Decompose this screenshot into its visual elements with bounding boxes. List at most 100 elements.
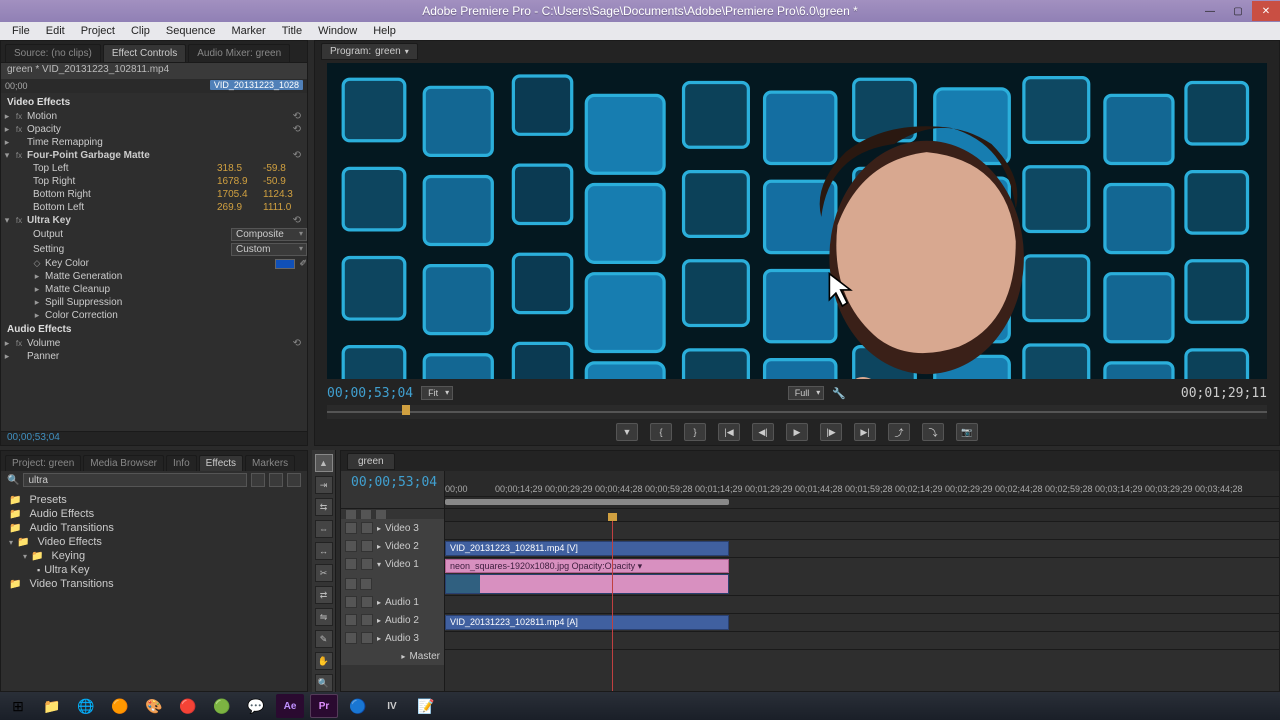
stopwatch-icon[interactable]: ◇	[31, 258, 43, 269]
param-spill-suppression[interactable]: ▸ Spill Suppression	[1, 296, 307, 309]
tab-media-browser[interactable]: Media Browser	[83, 455, 164, 471]
razor-tool[interactable]: ✂	[315, 564, 333, 582]
menu-sequence[interactable]: Sequence	[158, 23, 224, 39]
tab-audio-mixer[interactable]: Audio Mixer: green	[188, 44, 290, 62]
eye-icon[interactable]	[345, 558, 357, 570]
utorrent-icon[interactable]: 🟢	[208, 694, 236, 718]
pen-tool[interactable]: ✎	[315, 630, 333, 648]
premiere-pro-icon[interactable]: Pr	[310, 694, 338, 718]
chrome-icon[interactable]: 🌐	[72, 694, 100, 718]
effect-ultra-key[interactable]: ▾ fx Ultra Key ⟲	[1, 214, 307, 227]
marker-track[interactable]	[445, 509, 1279, 521]
menu-edit[interactable]: Edit	[38, 23, 73, 39]
program-monitor-viewport[interactable]	[327, 63, 1267, 379]
folder-video-effects[interactable]: ▾Video Effects	[9, 535, 299, 549]
slip-tool[interactable]: ⇄	[315, 586, 333, 604]
solo-icon[interactable]	[361, 632, 373, 644]
track-head-a2[interactable]: ▸Audio 2	[341, 611, 445, 629]
set-in-button[interactable]: {	[650, 423, 672, 441]
lock-icon[interactable]	[361, 522, 373, 534]
effect-panner[interactable]: ▸ Panner	[1, 350, 307, 363]
app-icon-2[interactable]: 🔴	[174, 694, 202, 718]
app-icon-3[interactable]: 🔵	[344, 694, 372, 718]
program-timecode-current[interactable]: 00;00;53;04	[327, 386, 413, 401]
rate-stretch-tool[interactable]: ↔	[315, 542, 333, 560]
tab-info[interactable]: Info	[166, 455, 197, 471]
track-head-a3[interactable]: ▸Audio 3	[341, 629, 445, 647]
twirl-icon[interactable]: ▸	[1, 338, 13, 349]
notepad-icon[interactable]: 📝	[412, 694, 440, 718]
menu-window[interactable]: Window	[310, 23, 365, 39]
tab-effects[interactable]: Effects	[199, 455, 243, 471]
effect-motion[interactable]: ▸ fx Motion ⟲	[1, 110, 307, 123]
folder-keying[interactable]: ▾Keying	[9, 549, 299, 563]
effect-item-ultra-key[interactable]: ▪Ultra Key	[9, 563, 299, 577]
slide-tool[interactable]: ⇋	[315, 608, 333, 626]
play-button[interactable]: ▶	[786, 423, 808, 441]
tab-project[interactable]: Project: green	[5, 455, 81, 471]
setting-dropdown[interactable]: Custom	[231, 243, 307, 256]
goto-out-button[interactable]: ▶|	[854, 423, 876, 441]
app-icon-4[interactable]: IV	[378, 694, 406, 718]
param-key-color[interactable]: ◇ Key Color ✐	[1, 257, 307, 270]
menu-clip[interactable]: Clip	[123, 23, 158, 39]
tab-markers[interactable]: Markers	[245, 455, 295, 471]
rolling-edit-tool[interactable]: ⇔	[315, 520, 333, 538]
timeline-timecode[interactable]: 00;00;53;04	[341, 471, 444, 497]
filter-fx-button[interactable]	[251, 473, 265, 487]
lock-icon[interactable]	[361, 540, 373, 552]
twirl-icon[interactable]: ▸	[377, 634, 381, 643]
menu-title[interactable]: Title	[274, 23, 310, 39]
twirl-icon[interactable]: ▸	[401, 652, 405, 661]
track-head-master[interactable]: ▸Master	[341, 647, 445, 665]
chevron-down-icon[interactable]: ▾	[405, 47, 409, 56]
clip-v1-thumb[interactable]	[445, 574, 729, 594]
param-value-y[interactable]: -59.8	[263, 163, 307, 174]
twirl-icon[interactable]: ▸	[377, 598, 381, 607]
track-v2[interactable]: VID_20131223_102811.mp4 [V]	[445, 539, 1279, 557]
reset-icon[interactable]: ⟲	[293, 124, 301, 135]
mute-icon[interactable]	[345, 614, 357, 626]
zoom-tool[interactable]: 🔍	[315, 674, 333, 692]
param-bottom-left[interactable]: Bottom Left 269.9 1111.0	[1, 201, 307, 214]
close-button[interactable]: ✕	[1252, 1, 1280, 21]
export-frame-button[interactable]: 📷	[956, 423, 978, 441]
param-color-correction[interactable]: ▸ Color Correction	[1, 309, 307, 322]
goto-in-button[interactable]: |◀	[718, 423, 740, 441]
track-head-v3[interactable]: ▸Video 3	[341, 519, 445, 537]
resolution-dropdown[interactable]: Full	[788, 386, 825, 400]
timeline-ruler[interactable]: 00;0000;00;14;2900;00;29;2900;00;44;2800…	[445, 471, 1279, 497]
reset-icon[interactable]: ⟲	[293, 338, 301, 349]
param-setting[interactable]: Setting Custom	[1, 242, 307, 257]
mute-icon[interactable]	[345, 596, 357, 608]
eye-icon[interactable]	[345, 522, 357, 534]
track-head-v1[interactable]: ▾Video 1	[341, 555, 445, 593]
effects-search-input[interactable]	[23, 473, 247, 487]
filter-32bit-button[interactable]	[269, 473, 283, 487]
param-top-right[interactable]: Top Right 1678.9 -50.9	[1, 175, 307, 188]
start-button[interactable]: ⊞	[4, 694, 32, 718]
effect-panel-timecode[interactable]: 00;00;53;04	[1, 431, 307, 445]
twirl-icon[interactable]: ▸	[377, 524, 381, 533]
eyedropper-icon[interactable]: ✐	[299, 258, 307, 269]
effect-mini-timeline[interactable]: 00;00 VID_20131223_1028	[1, 79, 307, 93]
ripple-edit-tool[interactable]: ⇆	[315, 498, 333, 516]
program-scrubber[interactable]	[327, 405, 1267, 419]
menu-help[interactable]: Help	[365, 23, 404, 39]
timeline-playhead[interactable]	[612, 521, 613, 691]
folder-audio-effects[interactable]: Audio Effects	[9, 507, 299, 521]
blender-icon[interactable]: 🟠	[106, 694, 134, 718]
effect-volume[interactable]: ▸ fx Volume ⟲	[1, 337, 307, 350]
track-v3[interactable]	[445, 521, 1279, 539]
param-value-y[interactable]: -50.9	[263, 176, 307, 187]
playhead-marker[interactable]	[402, 405, 410, 415]
effect-garbage-matte[interactable]: ▾ fx Four-Point Garbage Matte ⟲	[1, 149, 307, 162]
param-value-x[interactable]: 318.5	[217, 163, 263, 174]
twirl-icon[interactable]: ▸	[31, 284, 43, 295]
param-top-left[interactable]: Top Left 318.5 -59.8	[1, 162, 307, 175]
solo-icon[interactable]	[361, 596, 373, 608]
menu-marker[interactable]: Marker	[223, 23, 273, 39]
style-icon[interactable]	[345, 578, 357, 590]
extract-button[interactable]: ⤵	[922, 423, 944, 441]
eye-icon[interactable]	[345, 540, 357, 552]
